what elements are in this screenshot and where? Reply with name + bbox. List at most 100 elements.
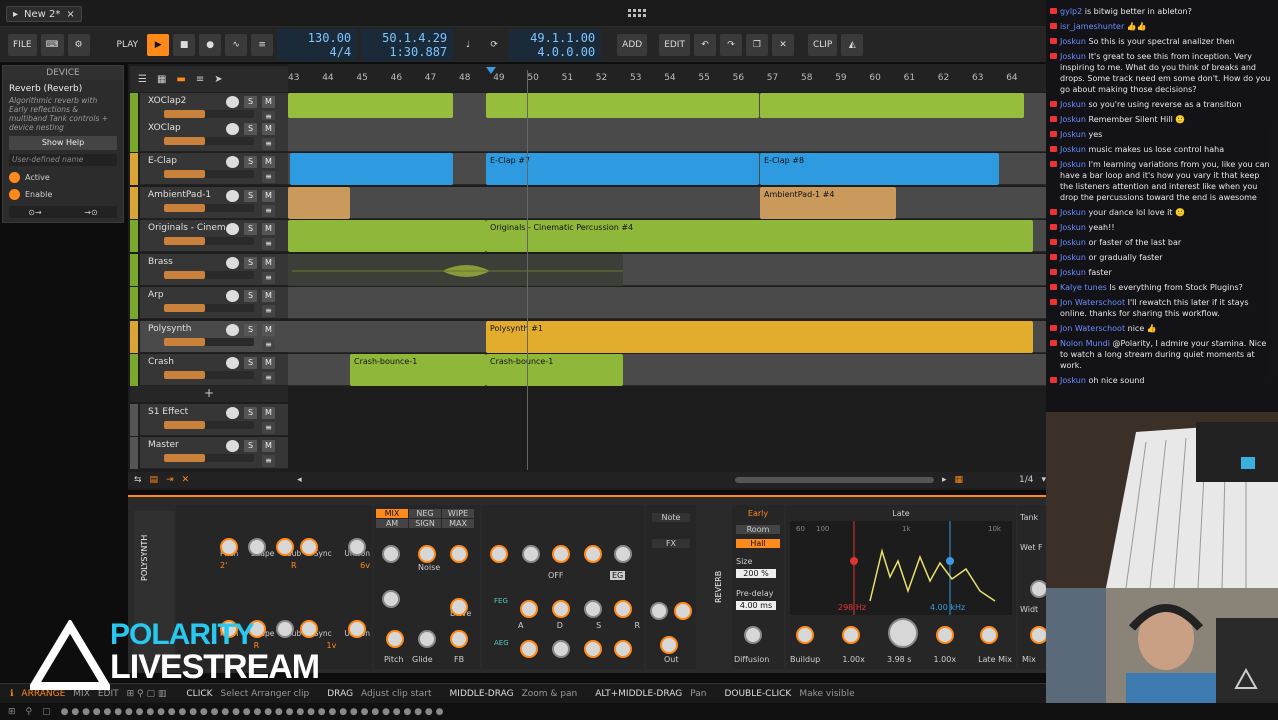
volume-fader[interactable] [164, 204, 254, 212]
track-menu-icon[interactable]: ≡ [262, 171, 275, 183]
parameter-knob[interactable] [614, 545, 632, 563]
show-help-button[interactable]: Show Help [9, 136, 117, 150]
predelay-value[interactable]: 4.00 ms [736, 601, 776, 610]
osc2-unison-value[interactable]: 1v [327, 641, 337, 650]
freq-high[interactable]: 4.00 kHz [930, 603, 965, 612]
solo-button[interactable]: S [244, 257, 257, 269]
mute-button[interactable]: M [262, 156, 275, 168]
info-icon[interactable]: ℹ [10, 689, 13, 699]
parameter-knob[interactable] [584, 600, 602, 618]
scroll-right-icon[interactable]: ▸ [942, 475, 947, 485]
volume-fader[interactable] [164, 137, 254, 145]
parameter-knob[interactable] [450, 630, 468, 648]
clip-eclap8[interactable]: E-Clap #8 [760, 153, 999, 185]
close-icon[interactable]: × [66, 9, 74, 20]
loop-icon[interactable]: ⟳ [483, 34, 505, 56]
track-header[interactable]: Crash S M ≡ [140, 354, 288, 386]
track-menu-icon[interactable]: ≡ [262, 272, 275, 284]
track-name[interactable]: XOClap2 [148, 96, 226, 106]
parameter-knob[interactable] [796, 626, 814, 644]
parameter-knob[interactable] [980, 626, 998, 644]
tempo-display[interactable]: 130.00 4/4 [277, 28, 358, 61]
record-arm-button[interactable] [226, 123, 239, 135]
menu-icon[interactable]: ▸ [13, 9, 18, 20]
track-menu-icon[interactable]: ≡ [262, 422, 275, 434]
clip-eclap-a[interactable] [290, 153, 453, 185]
record-arm-button[interactable] [226, 357, 239, 369]
file-button[interactable]: FILE [8, 33, 37, 56]
tab-arrange[interactable]: ARRANGE [21, 689, 65, 699]
clip-ambient4[interactable]: AmbientPad-1 #4 [760, 187, 896, 219]
parameter-knob[interactable] [584, 545, 602, 563]
mix-mode-am[interactable]: AM [376, 519, 408, 528]
room-button[interactable]: Room [736, 525, 780, 534]
track-name[interactable]: XOClap [148, 123, 226, 133]
signature-value[interactable]: 4/4 [283, 45, 351, 59]
filter-off-label[interactable]: OFF [548, 571, 564, 580]
track-lane[interactable] [288, 287, 1046, 319]
parameter-knob[interactable] [386, 630, 404, 648]
track-lane[interactable] [288, 187, 1046, 219]
parameter-knob[interactable] [842, 626, 860, 644]
solo-button[interactable]: S [244, 407, 257, 419]
taskview-icon[interactable]: ▢ [42, 707, 51, 717]
note-button[interactable]: Note [652, 513, 690, 522]
mix-mode-wipe[interactable]: WIPE [442, 509, 474, 518]
add-button[interactable]: ADD [617, 33, 648, 56]
taskbar-apps[interactable]: ● ● ● ● ● ● ● ● ● ● ● ● ● ● ● ● ● ● ● ● … [61, 707, 444, 717]
size-value[interactable]: 200 % [736, 569, 776, 578]
solo-button[interactable]: S [244, 156, 257, 168]
parameter-knob[interactable] [650, 602, 668, 620]
footer-icon-3[interactable]: ⇥ [166, 475, 174, 485]
loop-marker[interactable] [486, 67, 496, 74]
parameter-knob[interactable] [300, 538, 318, 556]
track-name[interactable]: Master [148, 440, 226, 450]
clip-crash-b[interactable]: Crash-bounce-1 [486, 354, 623, 386]
record-arm-button[interactable] [226, 156, 239, 168]
record-arm-button[interactable] [226, 96, 239, 108]
track-header[interactable]: AmbientPad-1 S M ≡ [140, 187, 288, 219]
track-lane[interactable] [288, 120, 1046, 152]
mute-button[interactable]: M [262, 290, 275, 302]
mix-mode-max[interactable]: MAX [442, 519, 474, 528]
record-arm-button[interactable] [226, 407, 239, 419]
clip-originals-a[interactable] [288, 220, 486, 252]
track-name[interactable]: Originals - Cinema... [148, 223, 226, 233]
track-menu-icon[interactable]: ≡ [262, 305, 275, 317]
playhead[interactable] [527, 70, 528, 470]
track-header[interactable]: Arp S M ≡ [140, 287, 288, 319]
redo-icon[interactable]: ↷ [719, 33, 742, 56]
parameter-knob[interactable] [584, 640, 602, 658]
volume-fader[interactable] [164, 371, 254, 379]
track-name[interactable]: AmbientPad-1 [148, 190, 226, 200]
timeline-ruler[interactable]: 43 44 45 46 47 48 49 50 51 52 53 54 55 56 57 58 59 60 61 62… [288, 64, 1046, 92]
keyboard-icon[interactable]: ⌨ [40, 33, 64, 56]
spectrum-display[interactable]: 60 100 1k 10k [790, 521, 1012, 615]
parameter-knob[interactable] [450, 545, 468, 563]
solo-button[interactable]: S [244, 440, 257, 452]
undo-icon[interactable]: ↶ [693, 33, 716, 56]
parameter-knob[interactable] [520, 640, 538, 658]
footer-icon-1[interactable]: ⇆ [134, 475, 142, 485]
mute-button[interactable]: M [262, 96, 275, 108]
pointer-icon[interactable]: ➤ [214, 74, 222, 85]
metronome-icon[interactable]: ♩ [457, 34, 479, 56]
input-routing-icon[interactable]: ⊙→ [28, 208, 41, 217]
parameter-knob[interactable] [552, 640, 570, 658]
track-menu-icon[interactable]: ≡ [262, 205, 275, 217]
enable-checkbox[interactable] [9, 189, 20, 200]
volume-fader[interactable] [164, 421, 254, 429]
tab-edit[interactable]: EDIT [98, 689, 119, 699]
position-display[interactable]: 50.1.4.29 1:30.887 [361, 28, 454, 61]
parameter-knob[interactable] [674, 602, 692, 620]
osc1-pitch-value[interactable]: 2' [220, 561, 227, 570]
track-name[interactable]: Polysynth [148, 324, 226, 334]
solo-button[interactable]: S [244, 190, 257, 202]
track-name[interactable]: Brass [148, 257, 226, 267]
solo-button[interactable]: S [244, 223, 257, 235]
track-name[interactable]: E-Clap [148, 156, 226, 166]
solo-button[interactable]: S [244, 290, 257, 302]
panel-icons[interactable]: ⊞ ⚲ ▢ ▥ [127, 689, 167, 699]
track-header[interactable]: E-Clap S M ≡ [140, 153, 288, 185]
list-icon[interactable]: ☰ [138, 74, 147, 85]
